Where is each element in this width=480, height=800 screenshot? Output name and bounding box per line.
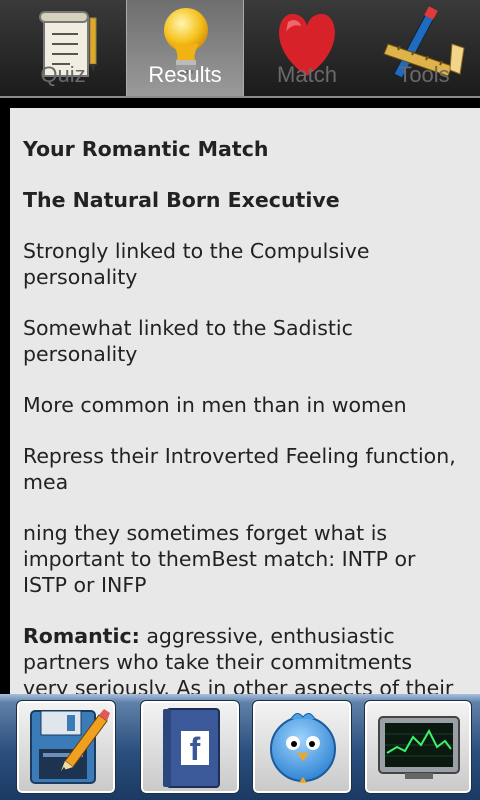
trait-line: Repress their Introverted Feeling functi… xyxy=(23,444,456,494)
stats-button[interactable] xyxy=(364,700,472,794)
svg-text:f: f xyxy=(190,731,201,767)
tab-results[interactable]: Results xyxy=(126,0,244,96)
trait-line: More common in men than in women xyxy=(23,393,407,417)
tab-label: Results xyxy=(148,62,222,87)
twitter-button[interactable] xyxy=(252,700,352,794)
tab-label: Quiz xyxy=(40,62,86,87)
tab-label: Match xyxy=(277,62,337,87)
tab-bar: Quiz Results Match Tools xyxy=(0,0,480,98)
romantic-label: Romantic: xyxy=(23,624,140,648)
facebook-book-icon: f xyxy=(163,708,220,788)
results-heading: Your Romantic Match xyxy=(23,137,269,161)
tab-label: Tools xyxy=(398,62,450,87)
trait-line: Somewhat linked to the Sadistic personal… xyxy=(23,316,353,366)
tab-match[interactable]: Match xyxy=(248,0,366,96)
monitor-chart-icon xyxy=(378,716,460,779)
bottom-dock: f xyxy=(0,694,480,800)
results-panel[interactable]: Your Romantic Match The Natural Born Exe… xyxy=(10,108,480,696)
edit-save-icon xyxy=(30,709,110,784)
tab-quiz[interactable]: Quiz xyxy=(4,0,122,96)
trait-line: Strongly linked to the Compulsive person… xyxy=(23,239,370,289)
personality-type-name: The Natural Born Executive xyxy=(23,188,340,212)
trait-line: ning they sometimes forget what is impor… xyxy=(23,521,416,597)
edit-save-button[interactable] xyxy=(16,700,116,794)
twitter-bird-icon xyxy=(270,713,336,783)
romantic-paragraph: Romantic: aggressive, enthusiastic partn… xyxy=(23,623,462,696)
facebook-button[interactable]: f xyxy=(140,700,240,794)
tab-tools[interactable]: Tools xyxy=(368,0,480,96)
